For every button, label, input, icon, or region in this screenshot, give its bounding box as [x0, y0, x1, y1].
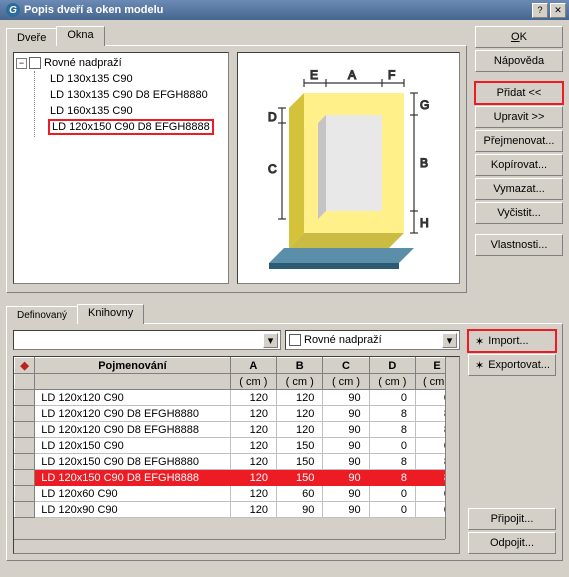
table-row[interactable]: LD 120x120 C901201209000 — [15, 390, 459, 406]
detach-button[interactable]: Odpojit... — [468, 532, 556, 554]
table-row[interactable]: LD 120x150 C901201509000 — [15, 438, 459, 454]
app-icon: G — [6, 3, 20, 17]
table-row[interactable]: LD 120x150 C90 D8 EFGH88881201509088 — [15, 470, 459, 486]
cell-name: LD 120x90 C90 — [35, 502, 230, 518]
window-type-tree[interactable]: − Rovné nadpraží LD 130x135 C90 LD 130x1… — [13, 52, 229, 284]
ok-button[interactable]: OK — [475, 26, 563, 48]
clear-button[interactable]: Vyčistit... — [475, 202, 563, 224]
col-name[interactable]: Pojmenování — [35, 358, 230, 374]
close-button[interactable]: ✕ — [550, 3, 566, 18]
rename-button[interactable]: Přejmenovat... — [475, 130, 563, 152]
tree-item[interactable]: LD 130x135 C90 D8 EFGH8880 — [50, 89, 208, 101]
cell-name: LD 120x150 C90 D8 EFGH8888 — [35, 470, 230, 486]
chevron-down-icon[interactable]: ▾ — [263, 333, 278, 348]
add-button[interactable]: Přidat << — [475, 82, 563, 104]
col-b[interactable]: B — [277, 358, 323, 374]
tree-root-label[interactable]: Rovné nadpraží — [44, 57, 122, 69]
table-row[interactable]: LD 120x60 C90120609000 — [15, 486, 459, 502]
import-button[interactable]: ✶ Import... — [468, 330, 556, 352]
properties-button[interactable]: Vlastnosti... — [475, 234, 563, 256]
dim-label-f: F — [388, 68, 395, 82]
dim-label-a: A — [348, 68, 356, 82]
import-icon: ✶ — [475, 335, 484, 348]
library-table[interactable]: ◆ Pojmenování A B C D E — [13, 356, 460, 554]
table-row[interactable]: LD 120x90 C90120909000 — [15, 502, 459, 518]
tree-root-checkbox[interactable] — [29, 57, 41, 69]
help-button[interactable]: ? — [532, 3, 548, 18]
help-button-side[interactable]: Nápověda — [475, 50, 563, 72]
filter-checkbox[interactable] — [289, 334, 301, 346]
dim-label-g: G — [420, 98, 429, 112]
col-d[interactable]: D — [369, 358, 415, 374]
filter-right-value: Rovné nadpraží — [304, 334, 382, 346]
cell-name: LD 120x120 C90 D8 EFGH8888 — [35, 422, 230, 438]
copy-button[interactable]: Kopírovat... — [475, 154, 563, 176]
window-title: Popis dveří a oken modelu — [24, 4, 530, 16]
col-a[interactable]: A — [230, 358, 276, 374]
chevron-down-icon[interactable]: ▾ — [442, 333, 457, 348]
export-icon: ✶ — [475, 359, 484, 372]
dim-label-c: C — [268, 162, 277, 176]
filter-right-combo[interactable]: Rovné nadpraží ▾ — [285, 330, 460, 350]
cell-name: LD 120x150 C90 D8 EFGH8880 — [35, 454, 230, 470]
modify-button[interactable]: Upravit >> — [475, 106, 563, 128]
cell-name: LD 120x150 C90 — [35, 438, 230, 454]
attach-button[interactable]: Připojit... — [468, 508, 556, 530]
delete-button[interactable]: Vymazat... — [475, 178, 563, 200]
tab-windows[interactable]: Okna — [56, 26, 104, 46]
tree-collapse-icon[interactable]: − — [16, 58, 27, 69]
table-corner-icon: ◆ — [15, 358, 35, 374]
table-row[interactable]: LD 120x120 C90 D8 EFGH88881201209088 — [15, 422, 459, 438]
dim-label-b: B — [420, 156, 428, 170]
dim-label-h: H — [420, 216, 429, 230]
tree-item[interactable]: LD 160x135 C90 — [50, 105, 133, 117]
titlebar: G Popis dveří a oken modelu ? ✕ — [0, 0, 569, 20]
preview-pane: E A F D C G — [237, 52, 460, 284]
col-c[interactable]: C — [323, 358, 369, 374]
cell-name: LD 120x120 C90 D8 EFGH8880 — [35, 406, 230, 422]
dim-label-e: E — [310, 68, 318, 82]
dim-label-d: D — [268, 110, 277, 124]
filter-left-combo[interactable]: ▾ — [13, 330, 281, 350]
tab-doors[interactable]: Dveře — [6, 28, 57, 46]
scrollbar-horizontal[interactable] — [14, 539, 445, 553]
table-row[interactable]: LD 120x120 C90 D8 EFGH88801201209088 — [15, 406, 459, 422]
scrollbar-vertical[interactable] — [445, 357, 459, 539]
tree-item[interactable]: LD 130x135 C90 — [50, 73, 133, 85]
tab-defined[interactable]: Definovaný — [6, 306, 78, 324]
tree-item-selected[interactable]: LD 120x150 C90 D8 EFGH8888 — [48, 119, 214, 135]
export-button[interactable]: ✶ Exportovat... — [468, 354, 556, 376]
cell-name: LD 120x120 C90 — [35, 390, 230, 406]
table-row[interactable]: LD 120x150 C90 D8 EFGH88801201509088 — [15, 454, 459, 470]
tab-libraries[interactable]: Knihovny — [77, 304, 144, 324]
cell-name: LD 120x60 C90 — [35, 486, 230, 502]
